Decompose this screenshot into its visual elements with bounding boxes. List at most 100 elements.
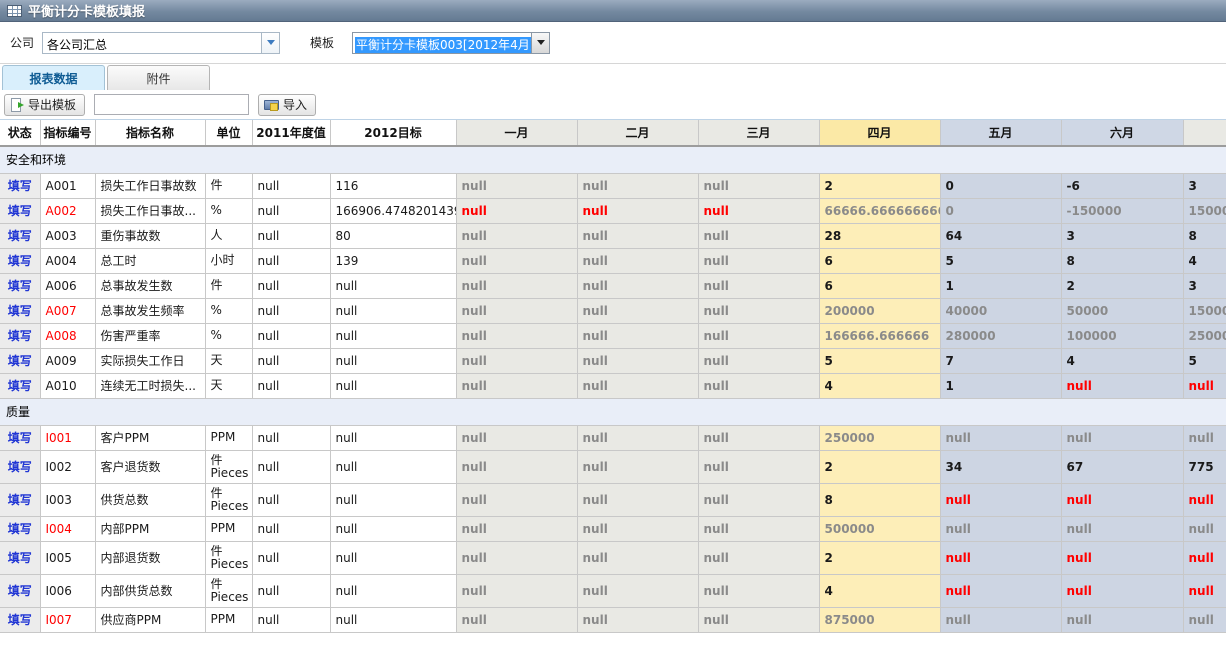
month-value-cell: null <box>577 483 698 516</box>
company-select-value: 各公司汇总 <box>43 33 261 53</box>
value-2011: null <box>252 298 330 323</box>
fill-link[interactable]: 填写 <box>0 574 40 607</box>
fill-link[interactable]: 填写 <box>0 198 40 223</box>
indicator-name: 连续无工时损失... <box>95 373 205 398</box>
indicator-name: 客户PPM <box>95 425 205 450</box>
indicator-name: 总事故发生数 <box>95 273 205 298</box>
month-value-cell: null <box>456 450 577 483</box>
export-template-button[interactable]: 导出模板 <box>4 94 85 116</box>
month-value-cell: null <box>698 298 819 323</box>
indicator-name: 供货总数 <box>95 483 205 516</box>
template-select-value: 平衡计分卡模板003[2012年4月] <box>355 37 531 53</box>
fill-link[interactable]: 填写 <box>0 273 40 298</box>
column-header: 四月 <box>819 120 940 146</box>
indicator-name: 内部供货总数 <box>95 574 205 607</box>
fill-link[interactable]: 填写 <box>0 425 40 450</box>
column-header: 三月 <box>698 120 819 146</box>
fill-link[interactable]: 填写 <box>0 373 40 398</box>
export-icon <box>10 98 24 112</box>
column-header: 2012目标 <box>330 120 456 146</box>
indicator-row: 填写I007供应商PPMPPMnullnullnullnullnull87500… <box>0 607 1226 632</box>
month-value-cell: null <box>577 541 698 574</box>
month-value-cell: 8 <box>819 483 940 516</box>
value-2011: null <box>252 541 330 574</box>
month-value-cell: 280000 <box>940 323 1061 348</box>
month-value-cell: null <box>698 273 819 298</box>
fill-link[interactable]: 填写 <box>0 541 40 574</box>
target-2012: 116 <box>330 173 456 198</box>
indicator-name: 内部PPM <box>95 516 205 541</box>
month-value-cell: null <box>577 516 698 541</box>
column-header: 五月 <box>940 120 1061 146</box>
indicator-code: A004 <box>40 248 95 273</box>
value-2011: null <box>252 348 330 373</box>
fill-link[interactable]: 填写 <box>0 516 40 541</box>
month-value-cell: null <box>577 425 698 450</box>
month-value-cell: 7 <box>940 348 1061 373</box>
indicator-name: 损失工作日事故数 <box>95 173 205 198</box>
target-2012: null <box>330 273 456 298</box>
indicator-name: 伤害严重率 <box>95 323 205 348</box>
indicator-unit: 件 Pieces <box>205 483 252 516</box>
fill-link[interactable]: 填写 <box>0 450 40 483</box>
fill-link[interactable]: 填写 <box>0 607 40 632</box>
indicator-name: 重伤事故数 <box>95 223 205 248</box>
indicator-code: A007 <box>40 298 95 323</box>
indicator-row: 填写A010连续无工时损失...天nullnullnullnullnull41n… <box>0 373 1226 398</box>
fill-link[interactable]: 填写 <box>0 348 40 373</box>
month-value-cell: 4 <box>1183 248 1226 273</box>
indicator-code: I005 <box>40 541 95 574</box>
month-value-cell: null <box>456 323 577 348</box>
indicator-unit: 小时 <box>205 248 252 273</box>
indicator-unit: 件 Pieces <box>205 574 252 607</box>
fill-link[interactable]: 填写 <box>0 298 40 323</box>
tab-attachments[interactable]: 附件 <box>107 65 210 90</box>
month-value-cell: null <box>577 450 698 483</box>
value-2011: null <box>252 373 330 398</box>
indicator-code: I001 <box>40 425 95 450</box>
company-select-trigger[interactable] <box>261 33 279 53</box>
column-header: 指标编号 <box>40 120 95 146</box>
column-header: 指标名称 <box>95 120 205 146</box>
fill-link[interactable]: 填写 <box>0 223 40 248</box>
fill-link[interactable]: 填写 <box>0 323 40 348</box>
month-value-cell: null <box>698 516 819 541</box>
value-2011: null <box>252 483 330 516</box>
month-value-cell: null <box>698 373 819 398</box>
month-value-cell: null <box>940 574 1061 607</box>
import-button[interactable]: 导入 <box>258 94 316 116</box>
target-2012: null <box>330 373 456 398</box>
template-select-trigger[interactable] <box>531 33 549 53</box>
target-2012: null <box>330 425 456 450</box>
company-select[interactable]: 各公司汇总 <box>42 32 280 54</box>
column-header: 六月 <box>1061 120 1183 146</box>
template-select[interactable]: 平衡计分卡模板003[2012年4月] <box>352 32 550 54</box>
indicator-name: 客户退货数 <box>95 450 205 483</box>
column-header: 一月 <box>456 120 577 146</box>
tab-report-data[interactable]: 报表数据 <box>2 65 105 90</box>
month-value-cell: null <box>577 348 698 373</box>
fill-link[interactable]: 填写 <box>0 248 40 273</box>
month-value-cell: 8 <box>1061 248 1183 273</box>
indicator-row: 填写I001客户PPMPPMnullnullnullnullnull250000… <box>0 425 1226 450</box>
page-title: 平衡计分卡模板填报 <box>28 1 145 20</box>
indicator-name: 总工时 <box>95 248 205 273</box>
month-value-cell: null <box>577 273 698 298</box>
month-value-cell: null <box>940 541 1061 574</box>
indicator-unit: % <box>205 298 252 323</box>
scorecard-table: 状态指标编号指标名称单位2011年度值2012目标一月二月三月四月五月六月 安全… <box>0 120 1226 633</box>
indicator-row: 填写A009实际损失工作日天nullnullnullnullnull5745 <box>0 348 1226 373</box>
column-header <box>1183 120 1226 146</box>
indicator-code: I003 <box>40 483 95 516</box>
indicator-unit: 天 <box>205 373 252 398</box>
indicator-unit: 件 <box>205 273 252 298</box>
import-file-input[interactable] <box>94 94 249 115</box>
month-value-cell: null <box>1183 607 1226 632</box>
month-value-cell: null <box>1183 373 1226 398</box>
target-2012: 139 <box>330 248 456 273</box>
fill-link[interactable]: 填写 <box>0 173 40 198</box>
month-value-cell: 3 <box>1183 273 1226 298</box>
value-2011: null <box>252 574 330 607</box>
fill-link[interactable]: 填写 <box>0 483 40 516</box>
column-header: 状态 <box>0 120 40 146</box>
